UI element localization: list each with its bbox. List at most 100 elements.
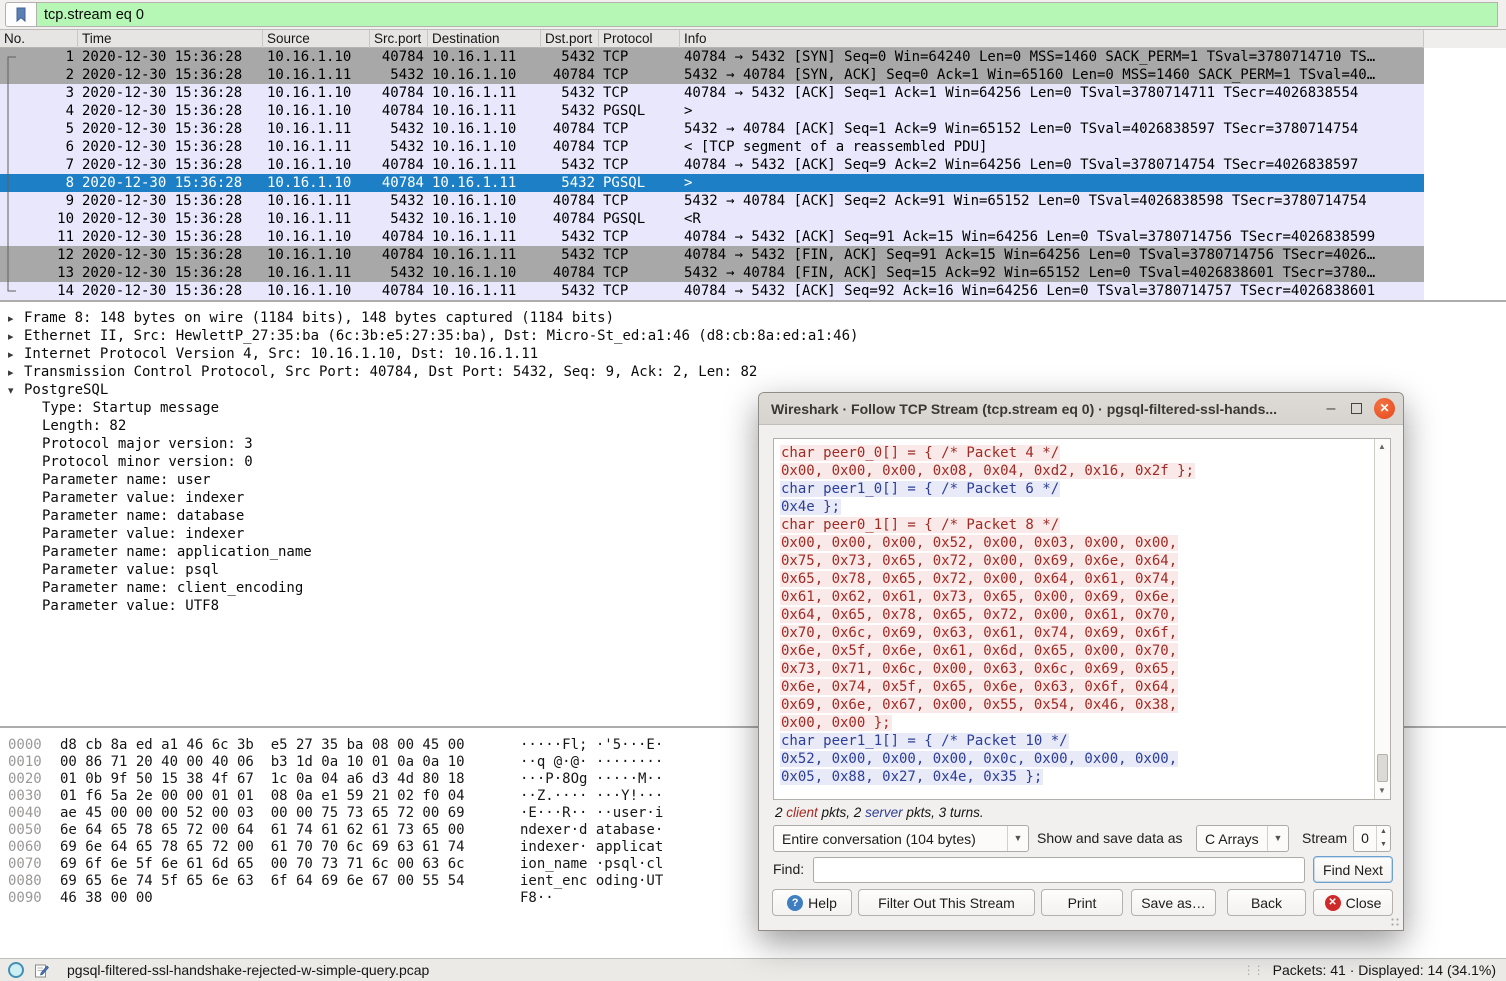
expand-arrow-icon[interactable]: ▸ xyxy=(8,310,24,328)
help-button[interactable]: ? Help xyxy=(772,889,852,916)
cell-dport: 5432 xyxy=(541,246,599,264)
stream-line: 0x70, 0x6c, 0x69, 0x63, 0x61, 0x74, 0x69… xyxy=(780,624,1374,642)
column-header-srcport[interactable]: Src.port xyxy=(370,30,428,48)
stream-text[interactable]: char peer0_0[] = { /* Packet 4 */0x00, 0… xyxy=(775,440,1374,798)
status-splitter-handle[interactable]: ⋮⋮ xyxy=(1243,963,1263,977)
column-header-dstport[interactable]: Dst.port xyxy=(541,30,599,48)
packet-row[interactable]: 12020-12-30 15:36:2810.16.1.104078410.16… xyxy=(0,48,1424,66)
stream-line: char peer1_1[] = { /* Packet 10 */ xyxy=(780,732,1374,750)
scroll-up-icon[interactable]: ▲ xyxy=(1375,440,1389,454)
packet-row[interactable]: 22020-12-30 15:36:2810.16.1.11543210.16.… xyxy=(0,66,1424,84)
packet-row[interactable]: 142020-12-30 15:36:2810.16.1.104078410.1… xyxy=(0,282,1424,300)
cell-info: 5432 → 40784 [ACK] Seq=2 Ack=91 Win=6515… xyxy=(680,192,1424,210)
detail-text: Parameter name: application_name xyxy=(42,544,312,560)
cell-info: 40784 → 5432 [ACK] Seq=9 Ack=2 Win=64256… xyxy=(680,156,1424,174)
expand-arrow-icon[interactable]: ▸ xyxy=(8,346,24,364)
cell-no: 6 xyxy=(0,138,78,156)
cell-proto: TCP xyxy=(599,192,680,210)
conversation-select[interactable]: Entire conversation (104 bytes) ▼ xyxy=(773,825,1029,852)
cell-sport: 5432 xyxy=(370,120,428,138)
packet-row[interactable]: 102020-12-30 15:36:2810.16.1.11543210.16… xyxy=(0,210,1424,228)
detail-line[interactable]: ▸Frame 8: 148 bytes on wire (1184 bits),… xyxy=(0,309,1506,327)
detail-line[interactable]: ▸Ethernet II, Src: HewlettP_27:35:ba (6c… xyxy=(0,327,1506,345)
cell-time: 2020-12-30 15:36:28 xyxy=(78,192,263,210)
packet-row[interactable]: 32020-12-30 15:36:2810.16.1.104078410.16… xyxy=(0,84,1424,102)
hex-offset: 0010 xyxy=(8,754,52,771)
dialog-titlebar[interactable]: Wireshark · Follow TCP Stream (tcp.strea… xyxy=(759,393,1403,425)
cell-src: 10.16.1.11 xyxy=(263,138,370,156)
column-header-protocol[interactable]: Protocol xyxy=(599,30,680,48)
stream-line-text: 0x6e, 0x5f, 0x6e, 0x61, 0x6d, 0x65, 0x00… xyxy=(780,643,1178,659)
display-filter-input[interactable]: tcp.stream eq 0 xyxy=(37,2,1498,27)
stream-scrollbar[interactable]: ▲ ▼ xyxy=(1374,439,1390,799)
save-as-button[interactable]: Save as… xyxy=(1131,889,1216,916)
maximize-button[interactable] xyxy=(1351,403,1362,414)
stream-line: 0x05, 0x88, 0x27, 0x4e, 0x35 }; xyxy=(780,768,1374,786)
summary-segment: pkts, 3 turns. xyxy=(903,805,984,820)
expand-arrow-icon[interactable]: ▸ xyxy=(8,328,24,346)
packet-row[interactable]: 82020-12-30 15:36:2810.16.1.104078410.16… xyxy=(0,174,1424,192)
packet-row[interactable]: 132020-12-30 15:36:2810.16.1.11543210.16… xyxy=(0,264,1424,282)
close-icon: ✕ xyxy=(1325,895,1341,911)
stream-line-text: 0x69, 0x6e, 0x67, 0x00, 0x55, 0x54, 0x46… xyxy=(780,697,1178,713)
cell-time: 2020-12-30 15:36:28 xyxy=(78,120,263,138)
packet-row[interactable]: 92020-12-30 15:36:2810.16.1.11543210.16.… xyxy=(0,192,1424,210)
capture-comment-icon[interactable] xyxy=(34,963,49,978)
detail-line[interactable]: ▸Transmission Control Protocol, Src Port… xyxy=(0,363,1506,381)
print-label: Print xyxy=(1068,895,1097,911)
expand-arrow-icon[interactable]: ▾ xyxy=(8,382,24,400)
expand-arrow-icon[interactable]: ▸ xyxy=(8,364,24,382)
resize-grip[interactable] xyxy=(1390,917,1400,927)
spinner-down-icon[interactable]: ▼ xyxy=(1377,839,1390,852)
column-header-destination[interactable]: Destination xyxy=(428,30,541,48)
find-next-button[interactable]: Find Next xyxy=(1313,856,1393,883)
print-button[interactable]: Print xyxy=(1041,889,1123,916)
column-header-filler xyxy=(1424,30,1506,48)
column-header-source[interactable]: Source xyxy=(263,30,370,48)
packet-row[interactable]: 122020-12-30 15:36:2810.16.1.104078410.1… xyxy=(0,246,1424,264)
cell-proto: TCP xyxy=(599,48,680,66)
cell-proto: TCP xyxy=(599,282,680,300)
detail-text: Ethernet II, Src: HewlettP_27:35:ba (6c:… xyxy=(24,328,858,344)
cell-dport: 5432 xyxy=(541,228,599,246)
filter-bookmark-button[interactable] xyxy=(5,2,37,27)
detail-text: Parameter value: UTF8 xyxy=(42,598,219,614)
minimize-button[interactable]: – xyxy=(1319,394,1343,424)
stream-line: char peer0_0[] = { /* Packet 4 */ xyxy=(780,444,1374,462)
column-header-no[interactable]: No. xyxy=(0,30,78,48)
summary-segment: client xyxy=(786,805,818,820)
cell-dport: 40784 xyxy=(541,120,599,138)
cell-no: 13 xyxy=(0,264,78,282)
cell-proto: PGSQL xyxy=(599,174,680,192)
packet-row[interactable]: 112020-12-30 15:36:2810.16.1.104078410.1… xyxy=(0,228,1424,246)
detail-text: Parameter value: indexer xyxy=(42,490,244,506)
packet-row[interactable]: 42020-12-30 15:36:2810.16.1.104078410.16… xyxy=(0,102,1424,120)
stream-line-text: 0x05, 0x88, 0x27, 0x4e, 0x35 }; xyxy=(780,769,1043,785)
filter-out-stream-button[interactable]: Filter Out This Stream xyxy=(858,889,1035,916)
cell-dst: 10.16.1.10 xyxy=(428,120,541,138)
detail-text: Frame 8: 148 bytes on wire (1184 bits), … xyxy=(24,310,614,326)
detail-line[interactable]: ▸Internet Protocol Version 4, Src: 10.16… xyxy=(0,345,1506,363)
expert-info-icon[interactable] xyxy=(8,962,24,978)
format-select[interactable]: C Arrays ▼ xyxy=(1196,825,1289,852)
stream-number-spinner[interactable]: 0 ▲ ▼ xyxy=(1353,825,1391,852)
cell-dst: 10.16.1.11 xyxy=(428,156,541,174)
find-input[interactable] xyxy=(813,857,1305,883)
cell-info: > xyxy=(680,174,1424,192)
detail-text: Protocol major version: 3 xyxy=(42,436,253,452)
detail-text: Parameter name: user xyxy=(42,472,211,488)
close-window-button[interactable]: ✕ xyxy=(1374,398,1395,419)
packet-row[interactable]: 72020-12-30 15:36:2810.16.1.104078410.16… xyxy=(0,156,1424,174)
close-button[interactable]: ✕ Close xyxy=(1313,889,1393,916)
detail-text: Transmission Control Protocol, Src Port:… xyxy=(24,364,757,380)
packet-row[interactable]: 52020-12-30 15:36:2810.16.1.11543210.16.… xyxy=(0,120,1424,138)
scroll-down-icon[interactable]: ▼ xyxy=(1375,784,1389,798)
column-header-info[interactable]: Info xyxy=(680,30,1424,48)
hex-offset: 0020 xyxy=(8,771,52,788)
back-button[interactable]: Back xyxy=(1227,889,1306,916)
spinner-up-icon[interactable]: ▲ xyxy=(1377,826,1390,839)
column-header-time[interactable]: Time xyxy=(78,30,263,48)
cell-dport: 5432 xyxy=(541,84,599,102)
scrollbar-thumb[interactable] xyxy=(1377,754,1388,782)
packet-row[interactable]: 62020-12-30 15:36:2810.16.1.11543210.16.… xyxy=(0,138,1424,156)
